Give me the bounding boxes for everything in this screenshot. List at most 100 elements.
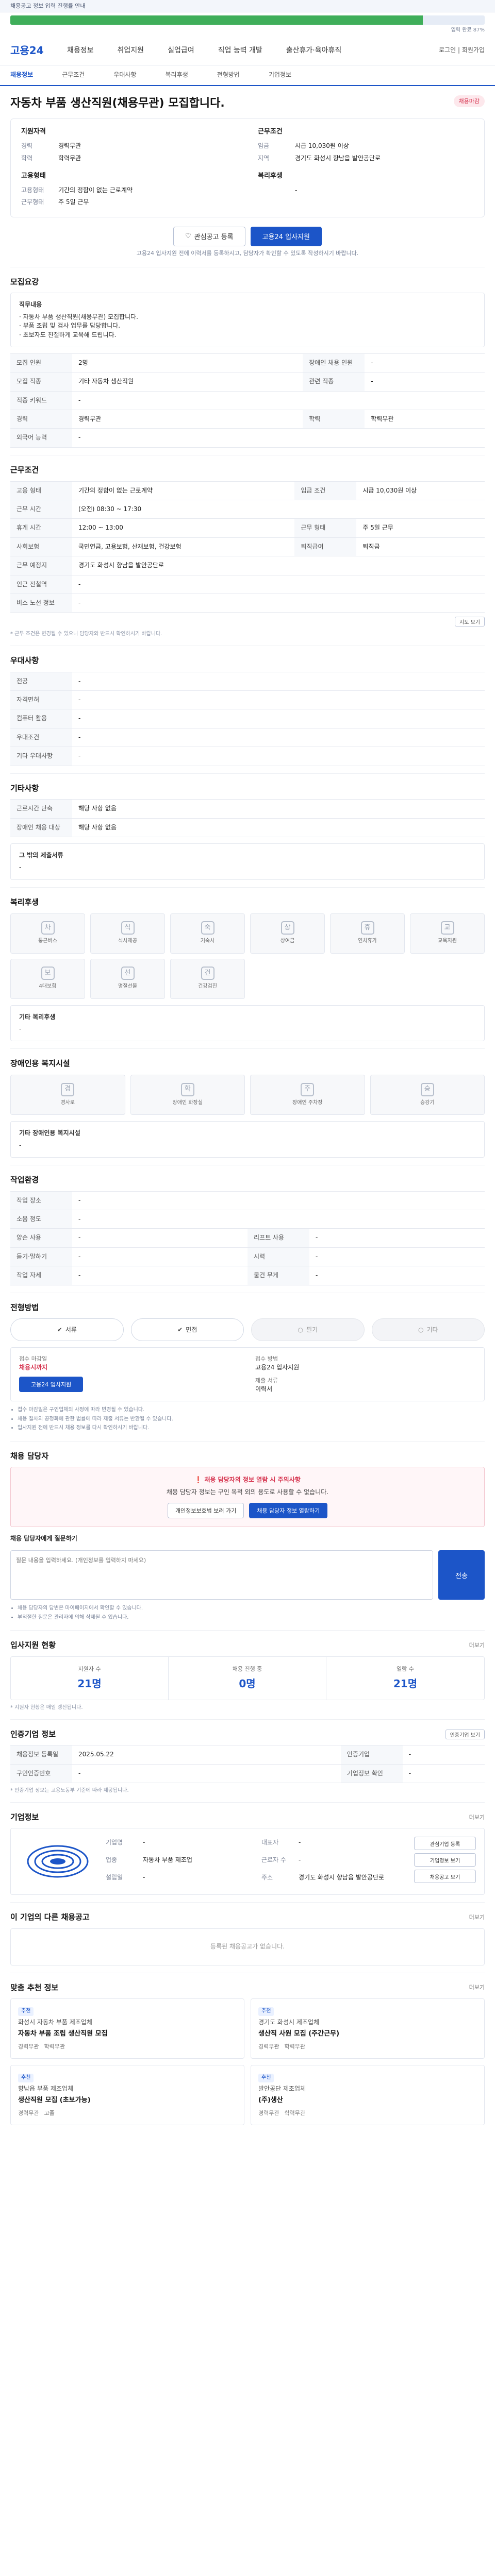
section-title: 복리후생 (10, 897, 39, 907)
icon-tile: 경 경사로 (10, 1075, 125, 1115)
recommended-card[interactable]: 추천 화성시 자동차 부품 제조업체 자동차 부품 조립 생산직원 모집 경력무관 학력… (10, 1998, 244, 2059)
row-value: - (72, 709, 485, 728)
section-head: 작업환경 (10, 1175, 485, 1186)
privacy-law-button[interactable]: 개인정보보호법 보러 가기 (167, 1503, 244, 1519)
progress-bar (10, 15, 485, 25)
summary-value: 학력무관 (58, 154, 81, 162)
table-row: 채용정보 등록일 2025.05.22 인증기업 - (10, 1745, 485, 1765)
tab-preferred[interactable]: 우대사항 (113, 71, 136, 79)
table-row: 듣기·말하기 - 시력 - (10, 1247, 485, 1267)
box-text: - (19, 1025, 22, 1032)
summary-value: 경기도 화성시 향남읍 발안공단로 (295, 154, 381, 162)
section-head: 인증기업 정보 인증기업 보기 (10, 1729, 485, 1740)
recommended-title[interactable]: (주)생산 (258, 2096, 477, 2106)
company-info-key: 업종 (106, 1856, 118, 1864)
row-key: 경력 (10, 410, 72, 429)
progress-text: 입력 완료 87% (451, 27, 485, 33)
stats-more-link[interactable]: 더보기 (469, 1641, 485, 1650)
box-title: 기타 장애인용 복지시설 (19, 1129, 80, 1137)
company-info-value: 경기도 화성시 향남읍 발안공단로 (299, 1874, 385, 1882)
company-jobs-button[interactable]: 채용공고 보기 (414, 1870, 476, 1884)
gnb-menu: 채용정보 취업지원 실업급여 직업 능력 개발 출산휴가·육아휴직 (67, 45, 341, 56)
gnb-item-leave[interactable]: 출산휴가·육아휴직 (286, 45, 342, 56)
login-links[interactable]: 로그인 | 회원가입 (439, 46, 485, 55)
submit-value: 이력서 (255, 1385, 273, 1393)
apply-button[interactable]: 고용24 입사지원 (250, 226, 322, 246)
section-head: 이 기업의 다른 채용공고 더보기 (10, 1912, 485, 1923)
recommended-tag: 추천 (258, 2074, 274, 2082)
recommended-title[interactable]: 자동차 부품 조립 생산직원 모집 (18, 2029, 237, 2039)
question-input[interactable] (10, 1550, 433, 1600)
row-value: 경력무관 (72, 410, 303, 429)
title-row: 자동차 부품 생산직원(채용무관) 모집합니다. 채용마감 (0, 86, 495, 117)
tab-procedure[interactable]: 전형방법 (217, 71, 240, 79)
recommended-title[interactable]: 생산직 사원 모집 (주간근무) (258, 2029, 477, 2039)
recommended-more-link[interactable]: 더보기 (469, 1984, 485, 1992)
apply-actions: ♡ 관심공고 등록 고용24 입사지원 (10, 226, 485, 246)
gnb-item-support[interactable]: 취업지원 (118, 45, 144, 56)
icon-tile-label: 상여금 (280, 938, 295, 944)
apply-button-2[interactable]: 고용24 입사지원 (19, 1376, 84, 1392)
progress-meta: 입력 완료 87% (0, 25, 495, 37)
other-jobs-more-link[interactable]: 더보기 (469, 1913, 485, 1922)
company-info-button[interactable]: 기업정보 보기 (414, 1853, 476, 1867)
environment-table: 작업 장소 - 소음 정도 - 양손 사용 - 리프트 사용 - 듣기·말하기 - 시력 - 작업 자세… (10, 1191, 485, 1285)
method-label: 접수 방법 (255, 1355, 278, 1363)
icon-tile-label: 통근버스 (38, 938, 57, 944)
summary-row: 지역 경기도 화성시 향남읍 발안공단로 (258, 152, 474, 164)
recommended-tag: 추천 (258, 2007, 274, 2016)
certification-button[interactable]: 인증기업 보기 (445, 1730, 485, 1739)
section-head: 채용 담당자 (10, 1451, 485, 1462)
elevator-icon: 승 (420, 1082, 434, 1096)
recommended-card[interactable]: 추천 발안공단 제조업체 (주)생산 경력무관 학력무관 (251, 2065, 485, 2126)
gnb-item-training[interactable]: 직업 능력 개발 (218, 45, 262, 56)
tab-recruit[interactable]: 채용정보 (10, 71, 33, 79)
table-row: 버스 노선 정보 - (10, 593, 485, 613)
tab-benefits[interactable]: 복리후생 (166, 71, 188, 79)
box-line: · 초보자도 친절하게 교육해 드립니다. (19, 331, 117, 338)
box-title: 직무내용 (19, 301, 42, 309)
tab-company[interactable]: 기업정보 (269, 71, 291, 79)
recommended-title[interactable]: 생산직원 모집 (초보가능) (18, 2096, 237, 2106)
top-banner: 채용공고 정보 입력 진행률 안내 (0, 0, 495, 12)
recommended-card[interactable]: 추천 향남읍 부품 제조업체 생산직원 모집 (초보가능) 경력무관 고졸 (10, 2065, 244, 2126)
section-job-detail: 모집요강 직무내용 · 자동차 부품 생산직원(채용무관) 모집합니다. · 부… (10, 266, 485, 455)
note-item: 접수 마감일은 구인업체의 사정에 따라 변경될 수 있습니다. (18, 1406, 485, 1414)
vacation-icon: 휴 (360, 921, 374, 935)
note-item: 채용 절차의 공정화에 관한 법률에 따라 제출 서류는 반환될 수 있습니다. (18, 1416, 485, 1423)
row-key: 기업정보 확인 (340, 1764, 403, 1784)
row-key: 시력 (248, 1247, 309, 1267)
section-title: 기타사항 (10, 783, 39, 793)
tab-conditions[interactable]: 근무조건 (62, 71, 85, 79)
row-value: 해당 사항 없음 (72, 799, 485, 819)
scrap-button[interactable]: ♡ 관심공고 등록 (173, 226, 245, 246)
ramp-icon: 경 (61, 1082, 75, 1096)
deadline-value: 채용시까지 (19, 1364, 48, 1371)
row-value: 2명 (72, 353, 303, 373)
empty-state: 등록된 채용공고가 없습니다. (10, 1928, 485, 1965)
section-certification: 인증기업 정보 인증기업 보기 채용정보 등록일 2025.05.22 인증기업 - 구… (10, 1719, 485, 1802)
site-logo[interactable]: 고용24 (10, 43, 67, 58)
view-manager-button[interactable]: 채용 담당자 정보 열람하기 (249, 1503, 328, 1519)
stat-value: 21명 (77, 1677, 102, 1690)
work-table: 고용 형태 기간의 정함이 없는 근로계약 임금 조건 시급 10,030원 이상 근무… (10, 481, 485, 613)
stat-value: 0명 (239, 1677, 256, 1690)
procedure-step: ✔ 서류 (10, 1318, 124, 1342)
company-like-button[interactable]: 관심기업 등록 (414, 1837, 476, 1851)
circle-icon: ○ (298, 1326, 303, 1333)
gnb-item-jobs[interactable]: 채용정보 (67, 45, 94, 56)
company-more-link[interactable]: 더보기 (469, 1814, 485, 1822)
row-key: 근무 시간 (10, 499, 72, 519)
section-title: 장애인용 복지시설 (10, 1059, 70, 1069)
icon-tile: 승 승강기 (370, 1075, 485, 1115)
manager-alert: ❗ 채용 담당자의 정보 열람 시 주의사항 채용 담당자 정보는 구인 목적 … (10, 1467, 485, 1528)
summary-key: 임금 (258, 142, 270, 150)
map-button[interactable]: 지도 보기 (455, 617, 485, 627)
row-value: - (72, 1191, 485, 1211)
parking-icon: 주 (301, 1082, 315, 1096)
recommended-card[interactable]: 추천 경기도 화성시 제조업체 생산직 사원 모집 (주간근무) 경력무관 학력무관 (251, 1998, 485, 2059)
row-value: - (402, 1745, 485, 1765)
gnb-item-unemployment[interactable]: 실업급여 (168, 45, 194, 56)
row-value: - (72, 428, 485, 448)
send-button[interactable]: 전송 (438, 1550, 485, 1600)
